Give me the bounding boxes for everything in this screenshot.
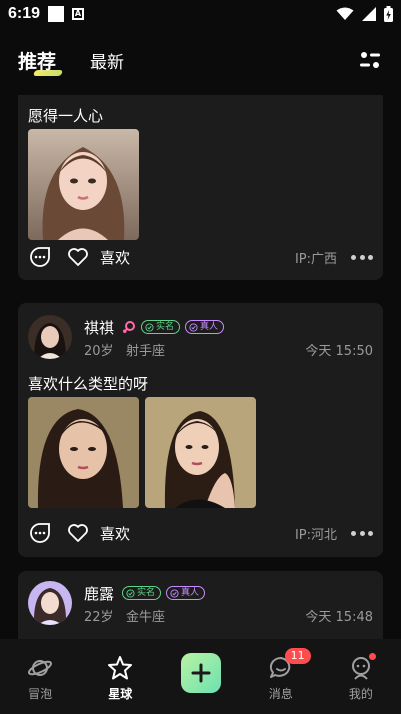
real-person-badge: 真人 bbox=[185, 320, 225, 334]
ip-location: IP:广西 bbox=[294, 251, 337, 267]
user-age: 22岁 bbox=[84, 610, 114, 625]
plus-icon bbox=[191, 663, 210, 683]
user-meta: 20岁 射手座 bbox=[84, 340, 165, 359]
post-text: 喜欢什么类型的呀 bbox=[28, 375, 149, 393]
top-tabs: 推荐 最新 bbox=[0, 40, 401, 80]
nav-label: 消息 bbox=[268, 687, 293, 701]
check-shield-icon bbox=[189, 322, 198, 332]
heart-icon[interactable] bbox=[66, 245, 90, 269]
comment-icon[interactable] bbox=[28, 245, 52, 269]
nav-item-profile[interactable]: 我的 bbox=[321, 639, 401, 714]
post-time: 今天 15:48 bbox=[305, 610, 373, 625]
nav-label: 星球 bbox=[108, 687, 133, 701]
user-zodiac: 金牛座 bbox=[125, 610, 165, 625]
nav-item-create[interactable] bbox=[160, 639, 240, 714]
female-icon bbox=[122, 321, 135, 334]
signal-icon bbox=[362, 7, 376, 21]
avatar[interactable] bbox=[28, 315, 72, 359]
check-shield-icon bbox=[126, 588, 135, 598]
nav-item-messages[interactable]: 11 消息 bbox=[241, 639, 321, 714]
real-person-badge: 真人 bbox=[166, 586, 206, 600]
user-zodiac: 射手座 bbox=[125, 344, 165, 359]
user-age: 20岁 bbox=[84, 344, 114, 359]
status-time: 6:19 bbox=[8, 5, 41, 22]
verified-badge-label: 实名 bbox=[156, 322, 175, 332]
planet-icon bbox=[28, 660, 53, 676]
post-card[interactable]: 鹿露 实名 真人 22岁 金牛座 今天 15:48 bbox=[18, 571, 383, 639]
tab-latest-label: 最新 bbox=[90, 52, 125, 73]
post-actions: 喜欢 IP:河北 bbox=[28, 521, 373, 545]
more-options-icon[interactable] bbox=[351, 530, 373, 536]
post-card[interactable]: 愿得一人心 喜欢 IP:广西 bbox=[18, 95, 383, 280]
real-badge-label: 真人 bbox=[181, 588, 200, 598]
notification-dot bbox=[368, 653, 376, 660]
ip-location: IP:河北 bbox=[294, 527, 337, 543]
nav-label: 冒泡 bbox=[28, 687, 53, 701]
star-icon bbox=[108, 656, 133, 680]
user-badges: 实名 真人 bbox=[122, 320, 225, 334]
status-bar: 6:19 A bbox=[0, 0, 401, 28]
like-button[interactable]: 喜欢 bbox=[100, 523, 130, 544]
user-badges: 实名 真人 bbox=[122, 586, 206, 600]
post-photo[interactable] bbox=[28, 129, 139, 240]
notification-square-icon bbox=[48, 6, 65, 22]
heart-icon[interactable] bbox=[66, 521, 90, 545]
wifi-icon bbox=[336, 7, 354, 20]
user-meta: 22岁 金牛座 bbox=[84, 606, 165, 625]
verified-badge: 实名 bbox=[122, 586, 162, 600]
avatar[interactable] bbox=[28, 581, 72, 625]
username[interactable]: 鹿露 bbox=[84, 583, 114, 604]
create-post-button[interactable] bbox=[180, 653, 221, 693]
battery-icon bbox=[384, 6, 393, 22]
check-shield-icon bbox=[145, 322, 154, 332]
unread-count-badge: 11 bbox=[284, 648, 311, 664]
check-shield-icon bbox=[170, 588, 179, 598]
post-actions: 喜欢 IP:广西 bbox=[28, 245, 373, 269]
post-photo[interactable] bbox=[28, 397, 139, 508]
username[interactable]: 祺祺 bbox=[84, 317, 114, 338]
post-card[interactable]: 祺祺 实名 真人 20岁 射手座 今天 15:50 喜欢什么类型的呀 喜欢 IP… bbox=[18, 303, 383, 557]
comment-icon[interactable] bbox=[28, 521, 52, 545]
feed[interactable]: 愿得一人心 喜欢 IP:广西 祺祺 实名 真人 20岁 射手座 今天 15:50… bbox=[0, 95, 401, 639]
post-photo[interactable] bbox=[145, 397, 256, 508]
tab-latest[interactable]: 最新 bbox=[90, 48, 124, 73]
a-notification-icon: A bbox=[72, 8, 85, 20]
like-button[interactable]: 喜欢 bbox=[100, 247, 130, 268]
tab-recommend-label: 推荐 bbox=[18, 50, 57, 73]
filter-button[interactable] bbox=[357, 47, 383, 73]
verified-badge: 实名 bbox=[141, 320, 181, 334]
nav-item-bubble[interactable]: 冒泡 bbox=[0, 639, 80, 714]
post-time: 今天 15:50 bbox=[305, 344, 373, 359]
tab-recommend[interactable]: 推荐 bbox=[18, 47, 64, 76]
real-badge-label: 真人 bbox=[200, 322, 219, 332]
filter-icon bbox=[360, 52, 380, 68]
nav-label: 我的 bbox=[348, 687, 373, 701]
verified-badge-label: 实名 bbox=[137, 588, 156, 598]
more-options-icon[interactable] bbox=[351, 254, 373, 260]
nav-item-planet[interactable]: 星球 bbox=[80, 639, 160, 714]
bottom-nav: 冒泡 星球 11 消息 我的 bbox=[0, 639, 401, 714]
post-text: 愿得一人心 bbox=[28, 107, 104, 125]
